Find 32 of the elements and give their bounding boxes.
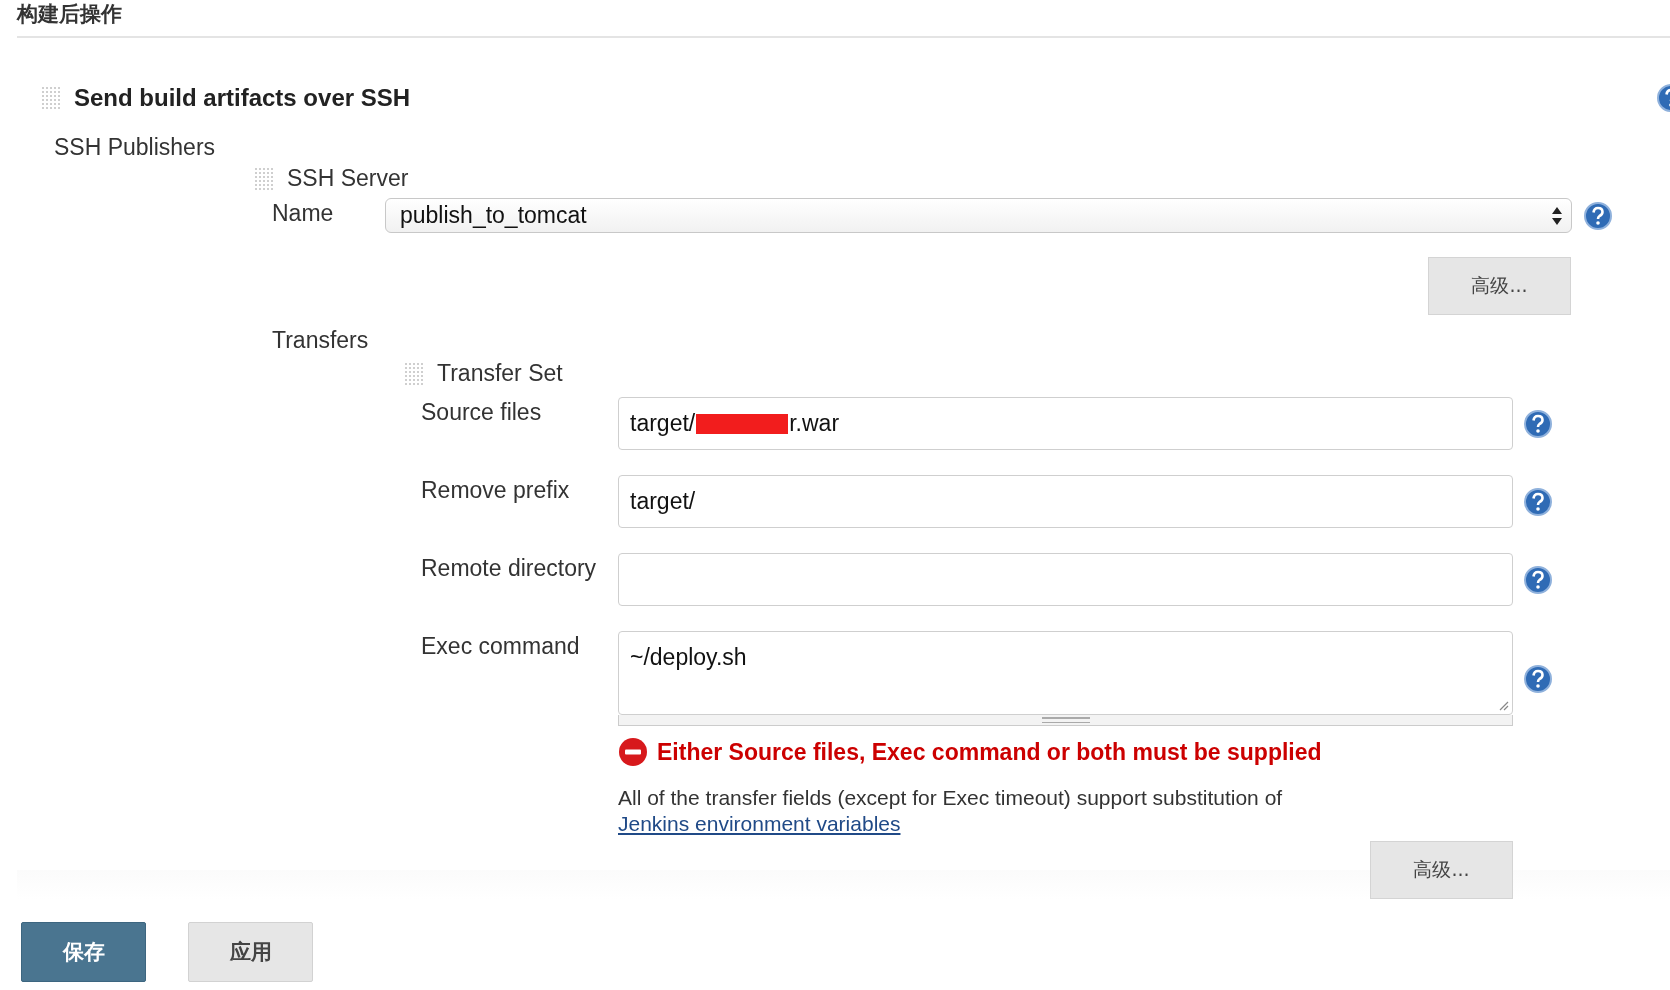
field-label: Remove prefix — [421, 476, 571, 505]
help-icon[interactable] — [1524, 664, 1552, 693]
field-label: Name — [272, 200, 335, 227]
error-message: Either Source files, Exec command or both must be supplied — [657, 738, 1322, 766]
step-title: Send build artifacts over SSH — [74, 84, 411, 112]
resize-grip-icon[interactable] — [1497, 699, 1509, 711]
apply-button[interactable]: 应用 — [188, 922, 313, 982]
section-header: 构建后操作 — [17, 0, 1670, 38]
publishers-label: SSH Publishers — [54, 134, 217, 161]
exec-command-field[interactable]: ~/deploy.sh — [618, 631, 1513, 715]
text-field[interactable]: target/ r.war — [618, 397, 1513, 450]
field-label: Exec command — [421, 632, 581, 661]
transfers-label: Transfers — [272, 327, 370, 354]
transfer-set-title: Transfer Set — [437, 360, 563, 387]
description-text: All of the transfer fields (except for Exec timeout) support substitution of Jenkins environment variables — [618, 785, 1284, 837]
help-icon[interactable] — [1584, 201, 1612, 230]
save-button[interactable]: 保存 — [21, 922, 146, 982]
advanced-button[interactable]: 高级... — [1428, 257, 1571, 315]
help-icon[interactable] — [1524, 487, 1552, 516]
field-label: Source files — [421, 398, 543, 427]
error-icon — [618, 737, 648, 767]
advanced-button[interactable]: 高级... — [1370, 841, 1513, 899]
text-field[interactable]: target/ — [618, 475, 1513, 528]
help-icon[interactable] — [1524, 409, 1552, 438]
drag-handle-icon[interactable] — [403, 360, 425, 387]
env-variables-link[interactable]: Jenkins environment variables — [618, 812, 901, 835]
drag-handle-icon[interactable] — [253, 165, 275, 192]
server-select[interactable]: publish_to_tomcat — [385, 198, 1572, 233]
drag-handle-icon[interactable] — [40, 85, 62, 111]
field-label: Remote directory — [421, 554, 598, 583]
help-icon[interactable] — [1524, 565, 1552, 594]
server-title: SSH Server — [287, 165, 409, 192]
